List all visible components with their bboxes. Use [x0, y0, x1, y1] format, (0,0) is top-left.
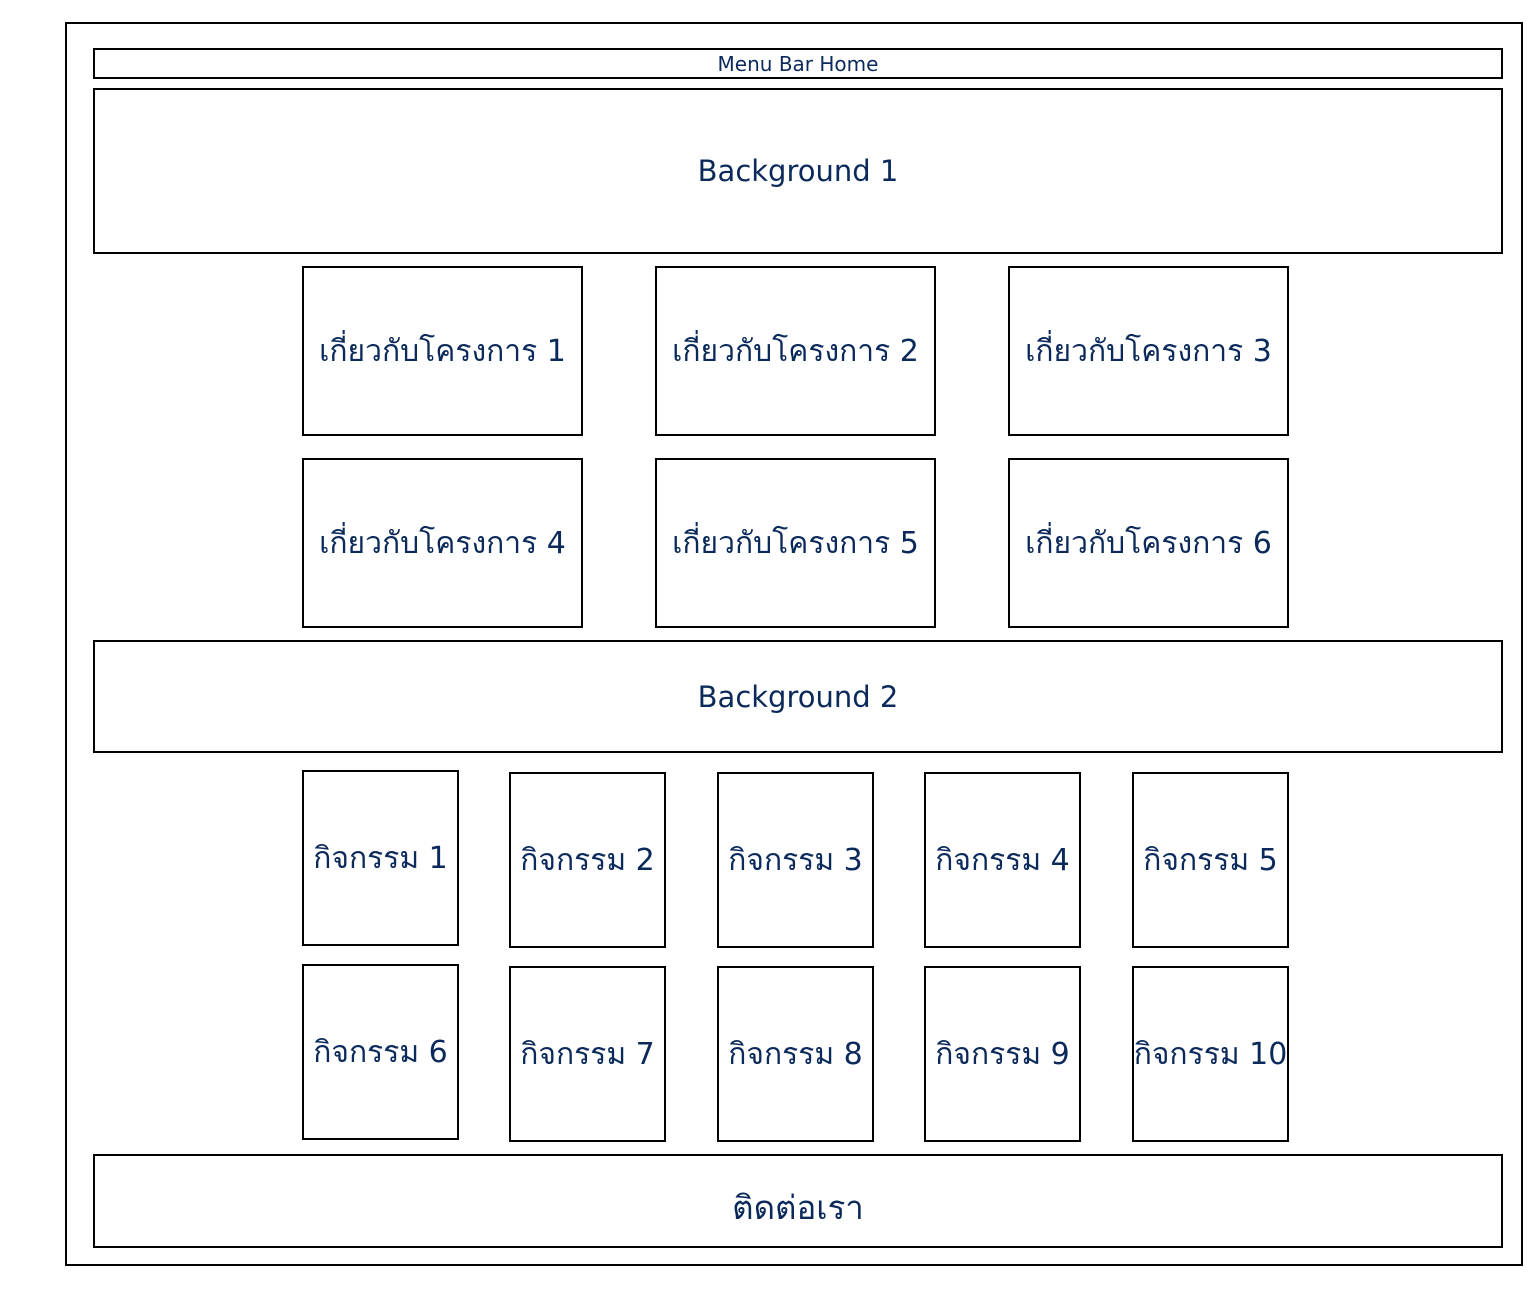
about-project-label: เกี่ยวกับโครงการ 2 [672, 333, 919, 369]
activity-label: กิจกรรม 3 [728, 842, 863, 878]
background-2-label: Background 2 [697, 679, 899, 714]
contact-us-section[interactable]: ติดต่อเรา [93, 1154, 1503, 1248]
about-project-label: เกี่ยวกับโครงการ 6 [1025, 525, 1272, 561]
about-project-label: เกี่ยวกับโครงการ 3 [1025, 333, 1272, 369]
activity-box-5[interactable]: กิจกรรม 5 [1132, 772, 1289, 948]
background-2-section: Background 2 [93, 640, 1503, 753]
activity-label: กิจกรรม 6 [313, 1034, 448, 1070]
about-project-box-1[interactable]: เกี่ยวกับโครงการ 1 [302, 266, 583, 436]
about-project-label: เกี่ยวกับโครงการ 4 [319, 525, 566, 561]
menu-bar-label: Menu Bar Home [717, 52, 879, 76]
about-project-box-2[interactable]: เกี่ยวกับโครงการ 2 [655, 266, 936, 436]
activity-box-2[interactable]: กิจกรรม 2 [509, 772, 666, 948]
activity-label: กิจกรรม 4 [935, 842, 1070, 878]
contact-us-label: ติดต่อเรา [732, 1188, 864, 1227]
activity-box-3[interactable]: กิจกรรม 3 [717, 772, 874, 948]
background-1-section: Background 1 [93, 88, 1503, 254]
activity-label: กิจกรรม 8 [728, 1036, 863, 1072]
activity-box-10[interactable]: กิจกรรม 10 [1132, 966, 1289, 1142]
activity-box-7[interactable]: กิจกรรม 7 [509, 966, 666, 1142]
activity-label: กิจกรรม 10 [1133, 1036, 1288, 1072]
activity-box-9[interactable]: กิจกรรม 9 [924, 966, 1081, 1142]
activity-label: กิจกรรม 7 [520, 1036, 655, 1072]
about-project-label: เกี่ยวกับโครงการ 1 [319, 333, 566, 369]
about-project-box-3[interactable]: เกี่ยวกับโครงการ 3 [1008, 266, 1289, 436]
activity-label: กิจกรรม 5 [1143, 842, 1278, 878]
about-project-box-6[interactable]: เกี่ยวกับโครงการ 6 [1008, 458, 1289, 628]
background-1-label: Background 1 [697, 154, 899, 188]
activity-label: กิจกรรม 9 [935, 1036, 1070, 1072]
activity-box-6[interactable]: กิจกรรม 6 [302, 964, 459, 1140]
about-project-label: เกี่ยวกับโครงการ 5 [672, 525, 919, 561]
activity-box-4[interactable]: กิจกรรม 4 [924, 772, 1081, 948]
menu-bar-home[interactable]: Menu Bar Home [93, 48, 1503, 79]
activity-label: กิจกรรม 1 [313, 840, 448, 876]
activity-box-1[interactable]: กิจกรรม 1 [302, 770, 459, 946]
activity-label: กิจกรรม 2 [520, 842, 655, 878]
about-project-box-5[interactable]: เกี่ยวกับโครงการ 5 [655, 458, 936, 628]
activity-box-8[interactable]: กิจกรรม 8 [717, 966, 874, 1142]
about-project-box-4[interactable]: เกี่ยวกับโครงการ 4 [302, 458, 583, 628]
